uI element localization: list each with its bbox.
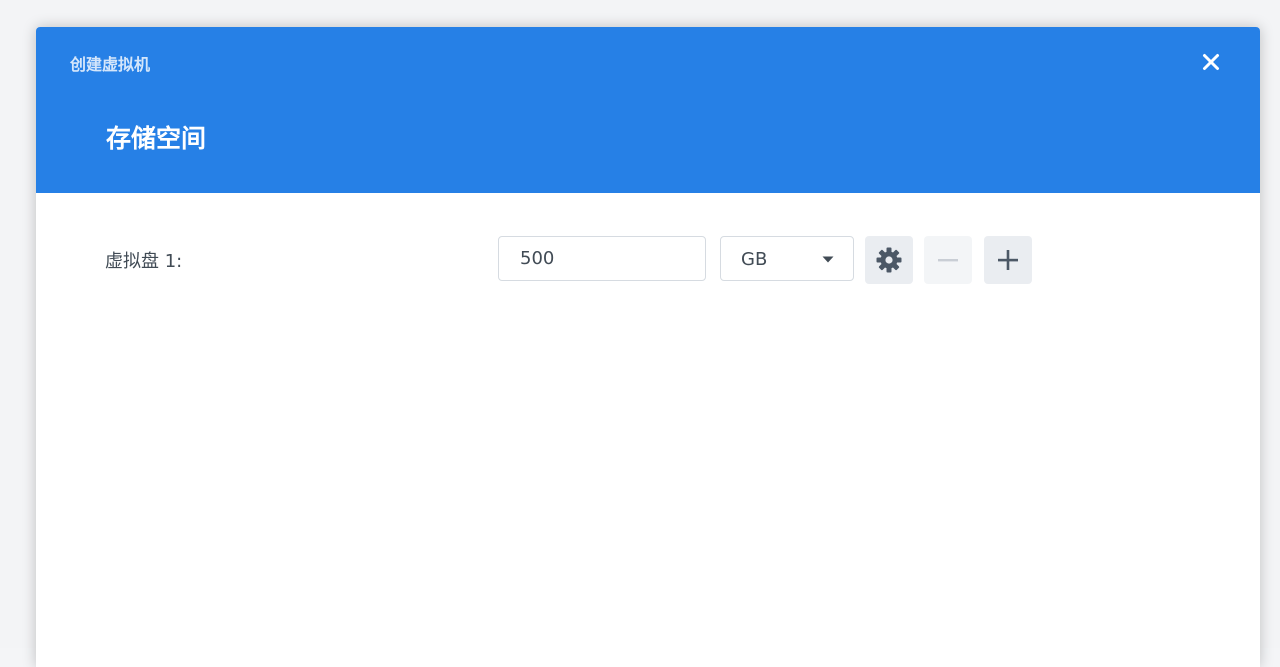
add-disk-button[interactable] xyxy=(984,236,1032,284)
step-title: 存储空间 xyxy=(106,124,207,153)
close-button[interactable] xyxy=(1196,47,1226,77)
gear-icon xyxy=(876,247,902,273)
remove-disk-button[interactable] xyxy=(924,236,972,284)
chevron-down-icon xyxy=(822,256,834,263)
disk-unit-select[interactable]: GB xyxy=(720,236,854,281)
disk-unit-value: GB xyxy=(741,249,768,270)
dialog-body: 虚拟盘 1: GB xyxy=(36,193,1260,667)
dialog-header: 创建虚拟机 存储空间 xyxy=(36,27,1260,193)
plus-icon xyxy=(998,250,1018,270)
window-title: 创建虚拟机 xyxy=(70,55,151,74)
create-vm-dialog: 创建虚拟机 存储空间 虚拟盘 1: GB xyxy=(36,27,1260,667)
minus-icon xyxy=(938,259,958,262)
close-icon xyxy=(1203,54,1219,70)
disk-settings-button[interactable] xyxy=(865,236,913,284)
disk-size-input[interactable] xyxy=(498,236,706,281)
disk-label: 虚拟盘 1: xyxy=(105,251,183,272)
